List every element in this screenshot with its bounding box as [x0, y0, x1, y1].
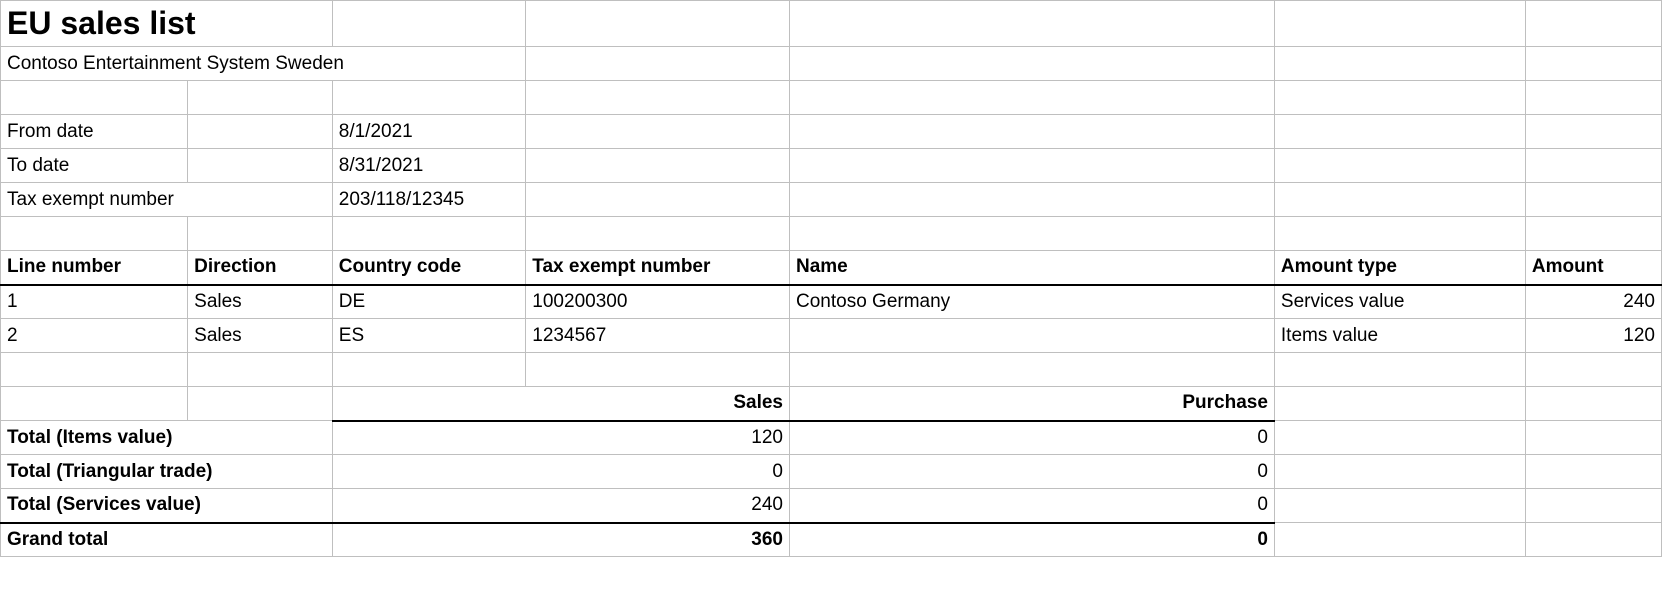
tax-exempt-value: 203/118/12345: [332, 183, 526, 217]
cell-amount-type: Items value: [1274, 319, 1525, 353]
totals-sales-header: Sales: [332, 387, 789, 421]
to-date-value: 8/31/2021: [332, 149, 526, 183]
report-title: EU sales list: [1, 1, 333, 47]
cell-amount: 120: [1525, 319, 1661, 353]
cell-name: [790, 319, 1275, 353]
total-items-label: Total (Items value): [1, 421, 333, 455]
col-line-number: Line number: [1, 251, 188, 285]
col-amount: Amount: [1525, 251, 1661, 285]
cell-tax-exempt-number: 1234567: [526, 319, 790, 353]
table-row: 2 Sales ES 1234567 Items value 120: [1, 319, 1662, 353]
grand-total-sales: 360: [332, 523, 789, 557]
cell-country-code: ES: [332, 319, 526, 353]
total-triangular-sales: 0: [332, 455, 789, 489]
cell-name: Contoso Germany: [790, 285, 1275, 319]
total-services-purchase: 0: [790, 489, 1275, 523]
col-tax-exempt-number: Tax exempt number: [526, 251, 790, 285]
cell-amount: 240: [1525, 285, 1661, 319]
company-name: Contoso Entertainment System Sweden: [1, 47, 526, 81]
to-date-label: To date: [1, 149, 188, 183]
col-country-code: Country code: [332, 251, 526, 285]
cell-amount-type: Services value: [1274, 285, 1525, 319]
total-services-label: Total (Services value): [1, 489, 333, 523]
cell-line-number: 1: [1, 285, 188, 319]
grand-total-purchase: 0: [790, 523, 1275, 557]
cell-country-code: DE: [332, 285, 526, 319]
total-items-sales: 120: [332, 421, 789, 455]
col-direction: Direction: [188, 251, 333, 285]
total-triangular-purchase: 0: [790, 455, 1275, 489]
cell-direction: Sales: [188, 285, 333, 319]
total-services-sales: 240: [332, 489, 789, 523]
cell-line-number: 2: [1, 319, 188, 353]
col-amount-type: Amount type: [1274, 251, 1525, 285]
from-date-value: 8/1/2021: [332, 115, 526, 149]
eu-sales-list-report: EU sales list Contoso Entertainment Syst…: [0, 0, 1662, 557]
grand-total-label: Grand total: [1, 523, 333, 557]
from-date-label: From date: [1, 115, 188, 149]
totals-purchase-header: Purchase: [790, 387, 1275, 421]
cell-tax-exempt-number: 100200300: [526, 285, 790, 319]
total-items-purchase: 0: [790, 421, 1275, 455]
table-row: 1 Sales DE 100200300 Contoso Germany Ser…: [1, 285, 1662, 319]
cell-direction: Sales: [188, 319, 333, 353]
tax-exempt-label: Tax exempt number: [1, 183, 333, 217]
total-triangular-label: Total (Triangular trade): [1, 455, 333, 489]
col-name: Name: [790, 251, 1275, 285]
